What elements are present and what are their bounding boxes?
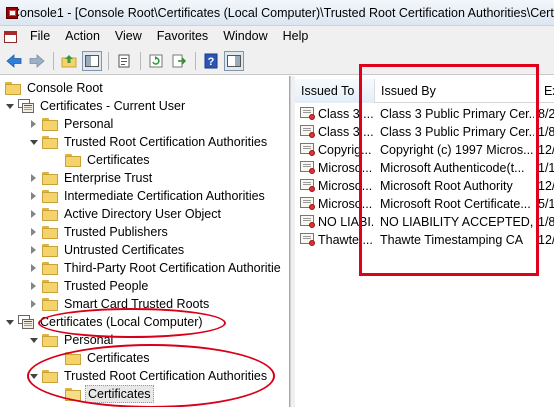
folder-icon: [42, 297, 58, 311]
expand-arrow-icon[interactable]: [29, 223, 38, 241]
collapse-arrow-icon[interactable]: [5, 97, 14, 115]
tree-item-label[interactable]: Certificates: [85, 152, 152, 168]
toolbar-separator: [53, 51, 54, 70]
certificate-icon: [300, 197, 316, 211]
folder-icon: [42, 135, 58, 149]
collapse-arrow-icon[interactable]: [5, 313, 14, 331]
certificate-icon: [300, 161, 316, 175]
cell-expiration: 8/2: [538, 107, 554, 121]
cell-expiration: 12/: [538, 179, 554, 193]
menu-view[interactable]: View: [109, 26, 151, 47]
action-pane-icon[interactable]: [224, 50, 244, 71]
tree-item[interactable]: Trusted Publishers: [29, 223, 170, 241]
certificate-store-icon: [18, 314, 34, 330]
cell-expiration: 1/1: [538, 161, 554, 175]
toolbar-separator: [108, 51, 109, 70]
tree-item-label[interactable]: Untrusted Certificates: [62, 242, 186, 258]
toolbar-separator: [140, 51, 141, 70]
folder-icon: [42, 279, 58, 293]
tree-item[interactable]: Console Root: [5, 79, 105, 97]
folder-icon: [42, 207, 58, 221]
toolbar-separator: [195, 51, 196, 70]
tree-item[interactable]: Third-Party Root Certification Authoriti…: [29, 259, 283, 277]
menu-help[interactable]: Help: [277, 26, 318, 47]
tree-item[interactable]: Intermediate Certification Authorities: [29, 187, 267, 205]
tree-item[interactable]: Certificates - Current User: [5, 97, 187, 115]
menu-favorites[interactable]: Favorites: [151, 26, 217, 47]
svg-text:?: ?: [208, 56, 215, 68]
menu-file[interactable]: File: [24, 26, 59, 47]
annotation-ellipse: [27, 344, 275, 407]
cell-expiration: 1/8: [538, 215, 554, 229]
expand-arrow-icon[interactable]: [29, 295, 38, 313]
collapse-arrow-icon[interactable]: [29, 331, 38, 349]
tree-item-label[interactable]: Trusted Publishers: [62, 224, 170, 240]
properties-icon[interactable]: [114, 51, 134, 71]
child-window-icon[interactable]: [4, 30, 18, 44]
cell-expiration: 12/: [538, 143, 554, 157]
menu-window[interactable]: Window: [217, 26, 276, 47]
tree-item[interactable]: Trusted People: [29, 277, 150, 295]
menu-action[interactable]: Action: [59, 26, 109, 47]
expand-arrow-icon[interactable]: [29, 187, 38, 205]
collapse-arrow-icon[interactable]: [29, 133, 38, 151]
cell-expiration: 5/1: [538, 197, 554, 211]
expand-arrow-icon[interactable]: [29, 169, 38, 187]
tree-item[interactable]: Certificates: [45, 151, 152, 169]
annotation-rectangle: [359, 64, 539, 276]
tree-item[interactable]: Enterprise Trust: [29, 169, 154, 187]
column-expiration[interactable]: Exp: [538, 79, 554, 103]
expand-arrow-icon[interactable]: [29, 277, 38, 295]
tree-item-label[interactable]: Intermediate Certification Authorities: [62, 188, 267, 204]
tree-item-label[interactable]: Trusted Root Certification Authorities: [62, 134, 269, 150]
up-folder-icon[interactable]: [59, 51, 79, 71]
tree-item[interactable]: Personal: [29, 115, 115, 133]
cell-expiration: 12/: [538, 233, 554, 247]
menu-bar: File Action View Favorites Window Help: [0, 26, 554, 47]
folder-icon: [42, 261, 58, 275]
folder-icon: [5, 81, 21, 95]
folder-icon: [42, 117, 58, 131]
certificate-icon: [300, 233, 316, 247]
expand-arrow-icon[interactable]: [29, 115, 38, 133]
tree-item-label[interactable]: Active Directory User Object: [62, 206, 223, 222]
back-icon[interactable]: [4, 51, 24, 71]
folder-icon: [42, 225, 58, 239]
certificate-icon: [300, 107, 316, 121]
tree-item[interactable]: Untrusted Certificates: [29, 241, 186, 259]
tree-item[interactable]: Active Directory User Object: [29, 205, 223, 223]
folder-icon: [42, 171, 58, 185]
expand-arrow-icon[interactable]: [29, 241, 38, 259]
cell-expiration: 1/8: [538, 125, 554, 139]
refresh-icon[interactable]: [146, 51, 166, 71]
folder-icon: [65, 153, 81, 167]
tree-item-label[interactable]: Personal: [62, 116, 115, 132]
forward-icon[interactable]: [27, 51, 47, 71]
tree-item[interactable]: Trusted Root Certification Authorities: [29, 133, 269, 151]
folder-icon: [42, 243, 58, 257]
tree-item-label[interactable]: Enterprise Trust: [62, 170, 154, 186]
certificate-icon: [300, 125, 316, 139]
certificate-store-icon: [18, 98, 34, 114]
certificate-icon: [300, 215, 316, 229]
certificate-icon: [300, 179, 316, 193]
export-list-icon[interactable]: [169, 51, 189, 71]
annotation-ellipse: [38, 308, 226, 338]
show-hide-tree-icon[interactable]: [82, 50, 102, 71]
tree-item-label[interactable]: Third-Party Root Certification Authoriti…: [62, 260, 283, 276]
certificate-icon: [300, 143, 316, 157]
folder-icon: [42, 189, 58, 203]
tree-item-label[interactable]: Certificates - Current User: [38, 98, 187, 114]
folder-icon: [42, 333, 58, 347]
help-icon[interactable]: ?: [201, 51, 221, 71]
window-title: Console1 - [Console Root\Certificates (L…: [11, 5, 554, 20]
tree-item-label[interactable]: Trusted People: [62, 278, 150, 294]
title-bar: Console1 - [Console Root\Certificates (L…: [0, 0, 554, 26]
expand-arrow-icon[interactable]: [29, 205, 38, 223]
expand-arrow-icon[interactable]: [29, 259, 38, 277]
tree-item-label[interactable]: Console Root: [25, 80, 105, 96]
